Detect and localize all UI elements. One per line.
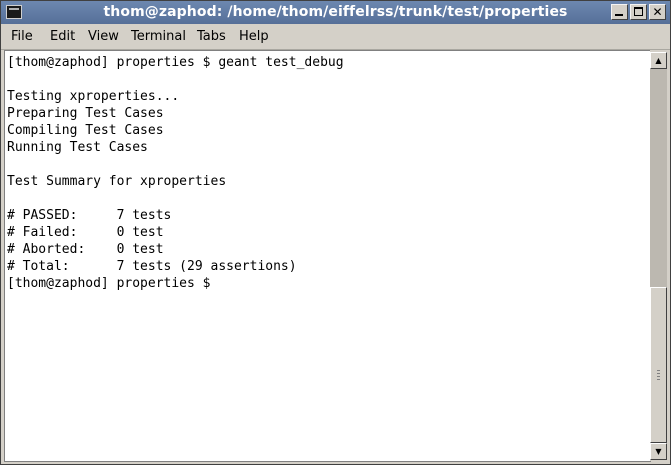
terminal-line: Test Summary for xproperties [7, 174, 227, 189]
grip-icon [657, 370, 660, 382]
menu-bar: File Edit View Terminal Tabs Help [1, 24, 670, 50]
terminal-line: Preparing Test Cases [7, 106, 164, 121]
terminal-window: thom@zaphod: /home/thom/eiffelrss/trunk/… [0, 0, 671, 465]
menu-edit[interactable]: Edit [50, 29, 75, 44]
scroll-thumb[interactable] [650, 287, 667, 443]
window-title: thom@zaphod: /home/thom/eiffelrss/trunk/… [103, 4, 568, 20]
terminal-output[interactable]: [thom@zaphod] properties $ geant test_de… [4, 50, 651, 462]
scroll-track[interactable] [650, 69, 667, 443]
terminal-line: # PASSED: 7 tests [7, 208, 172, 223]
menu-help[interactable]: Help [239, 29, 269, 44]
maximize-button[interactable] [630, 4, 647, 20]
terminal-line: # Failed: 0 test [7, 225, 164, 240]
menu-view[interactable]: View [88, 29, 119, 44]
scroll-up-button[interactable]: ▲ [650, 52, 667, 69]
terminal-line: Testing xproperties... [7, 89, 180, 104]
terminal-prompt-line: [thom@zaphod] properties $ [7, 276, 211, 291]
terminal-line: # Total: 7 tests (29 assertions) [7, 259, 297, 274]
scroll-down-button[interactable]: ▼ [650, 443, 667, 460]
title-bar[interactable]: thom@zaphod: /home/thom/eiffelrss/trunk/… [1, 1, 670, 24]
terminal-line: Compiling Test Cases [7, 123, 164, 138]
minimize-button[interactable] [611, 4, 628, 20]
menu-terminal[interactable]: Terminal [131, 29, 186, 44]
vertical-scrollbar[interactable]: ▲ ▼ [650, 50, 667, 461]
terminal-line: Running Test Cases [7, 140, 148, 155]
menu-file[interactable]: File [11, 29, 33, 44]
terminal-line: [thom@zaphod] properties $ geant test_de… [7, 55, 344, 70]
terminal-line: # Aborted: 0 test [7, 242, 164, 257]
close-button[interactable]: ✕ [649, 4, 666, 20]
menu-tabs[interactable]: Tabs [197, 29, 226, 44]
